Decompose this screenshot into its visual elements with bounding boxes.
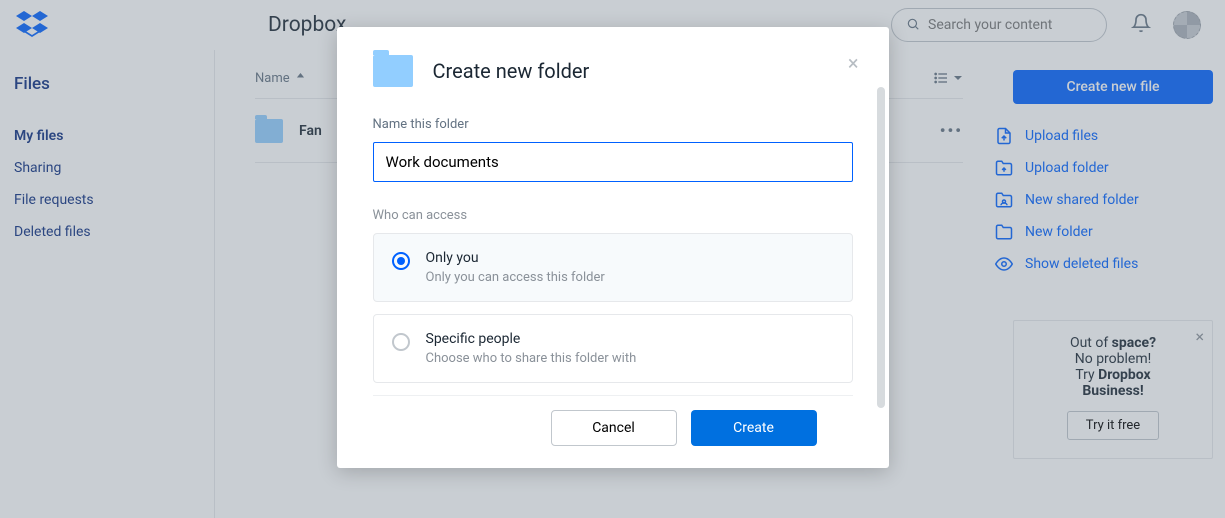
radio-icon: [392, 333, 410, 351]
folder-name-input[interactable]: [373, 142, 853, 182]
close-icon[interactable]: ×: [848, 53, 859, 73]
create-button[interactable]: Create: [691, 410, 817, 446]
scrollbar[interactable]: [877, 87, 885, 408]
folder-icon: [373, 55, 413, 87]
radio-icon: [392, 252, 410, 270]
access-option-specific-people[interactable]: Specific people Choose who to share this…: [373, 314, 853, 383]
access-option-only-you[interactable]: Only you Only you can access this folder: [373, 233, 853, 302]
modal-title: Create new folder: [433, 59, 590, 83]
cancel-button[interactable]: Cancel: [551, 410, 677, 446]
access-section-label: Who can access: [373, 208, 853, 223]
create-folder-modal: × Create new folder Name this folder Who…: [337, 27, 889, 468]
name-field-label: Name this folder: [373, 117, 853, 132]
